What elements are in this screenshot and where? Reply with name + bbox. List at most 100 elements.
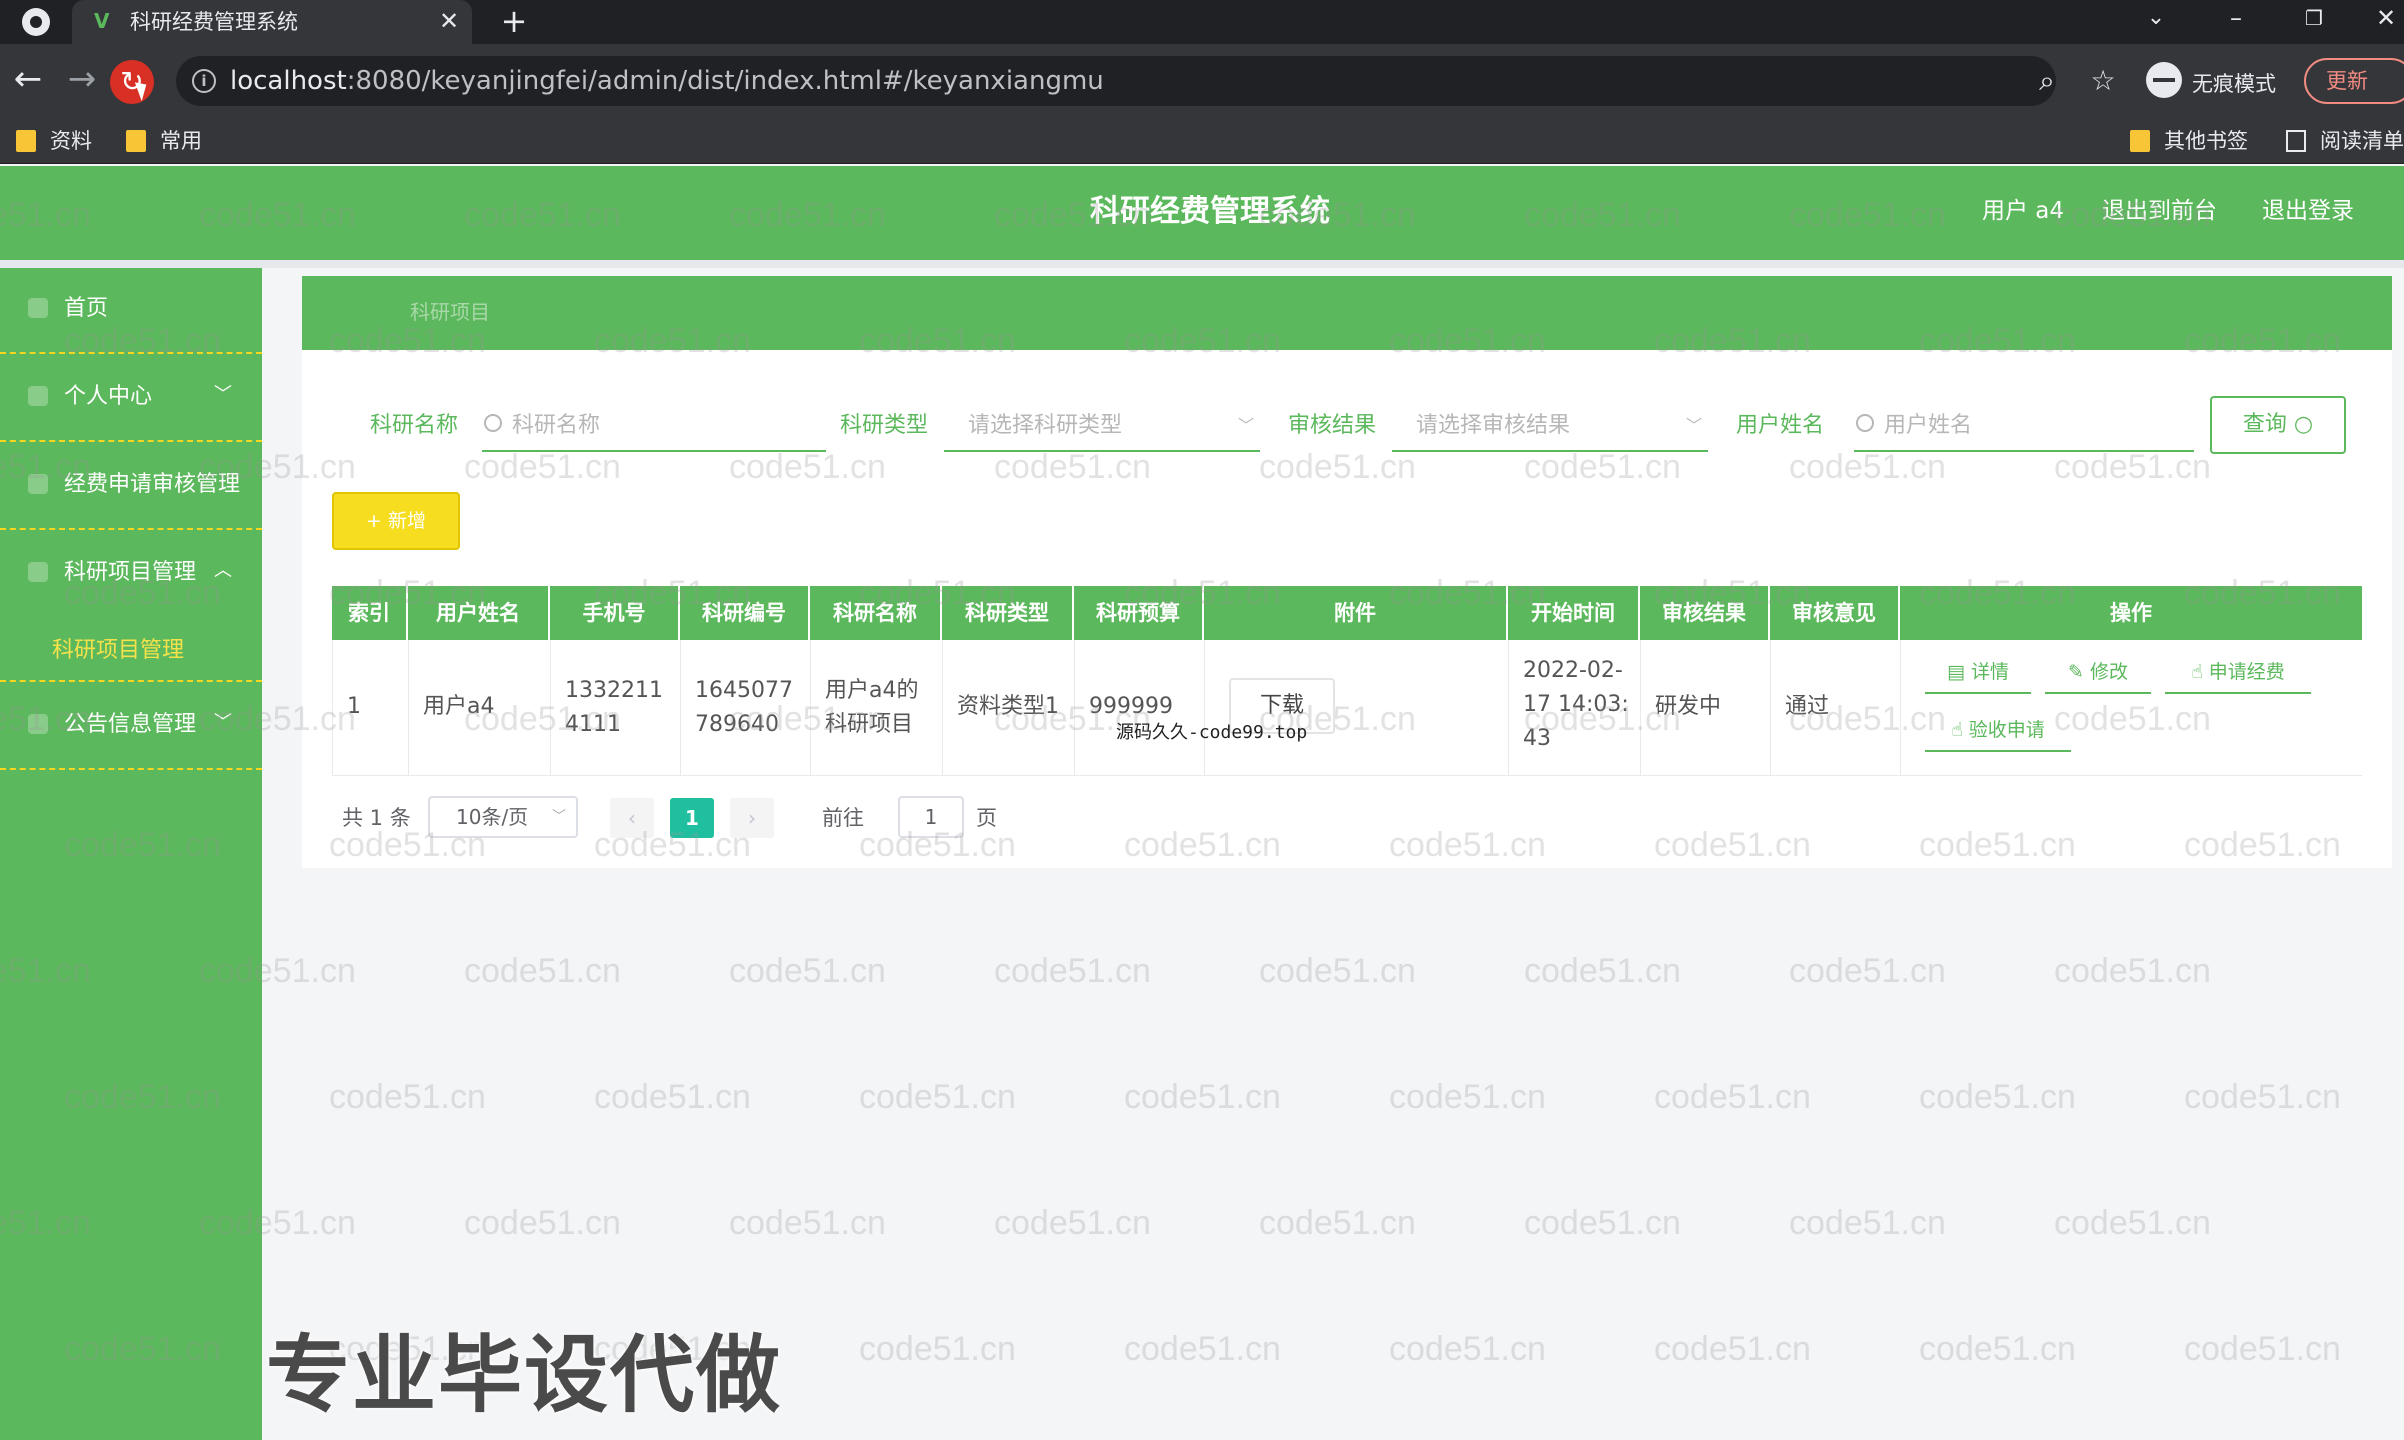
watermark-text: code51.cn [2054,952,2211,990]
cell-attachment: 下载 [1205,640,1509,776]
sidebar-item-label: 经费申请审核管理 [64,472,241,497]
cell-name: 用户a4的 科研项目 [811,640,943,776]
folder-icon [2130,130,2150,152]
browser-logo-icon [22,8,50,36]
col-index: 索引 [332,586,408,640]
bookmarks-bar: 资料 常用 其他书签 阅读清单 [0,118,2404,164]
bookmark-changyong[interactable]: 常用 [126,128,202,154]
restore-icon[interactable]: ❐ [2282,0,2346,40]
reading-list[interactable]: 阅读清单 [2286,128,2404,154]
sidebar-item-funding-review[interactable]: 经费申请审核管理 [0,444,262,530]
cell-audit-opinion: 通过 [1771,640,1901,776]
sidebar-item-announcements[interactable]: 公告信息管理 ﹀ [0,684,262,770]
bookmark-star-icon[interactable]: ☆ [2086,64,2120,98]
watermark-text: code51.cn [1259,1204,1416,1242]
col-phone: 手机号 [550,586,680,640]
audit-filter-label: 审核结果 [1288,413,1377,438]
breadcrumb[interactable]: 科研项目 [410,298,490,326]
incognito-indicator[interactable]: 无痕模式 [2140,58,2304,104]
watermark-text: code51.cn [994,952,1151,990]
col-type: 科研类型 [942,586,1074,640]
sidebar-subitem-project-management[interactable]: 科研项目管理 [52,636,184,666]
page-unit-label: 页 [976,806,997,830]
chevron-down-icon: ﹀ [214,712,232,733]
next-page-icon[interactable]: › [730,798,774,838]
watermark-text: code51.cn [1124,1078,1281,1116]
cell-actions: ▤ 详情 ✎ 修改 ☝ 申请经费 ☝ 验收申请 [1901,640,2363,776]
goto-page-input[interactable]: 1 [898,796,964,838]
sidebar-item-home[interactable]: 首页 [0,268,262,354]
watermark-text: code51.cn [594,1078,751,1116]
query-button[interactable]: 查询 ○ [2210,396,2346,454]
watermark-text: code51.cn [2054,1204,2211,1242]
chevron-up-icon: ︿ [214,560,232,581]
close-window-icon[interactable]: ✕ [2354,0,2404,40]
bookmark-other[interactable]: 其他书签 [2130,128,2248,154]
address-bar[interactable]: i localhost:8080/keyanjingfei/admin/dist… [176,56,2116,106]
type-select[interactable]: 请选择科研类型 ﹀ [944,400,1260,452]
new-tab-icon[interactable]: + [498,5,530,38]
site-info-icon[interactable]: i [192,69,216,93]
zoom-icon[interactable]: ⌕ [2030,64,2064,98]
page-size-select[interactable]: 10条/页 ﹀ [428,796,578,838]
edit-button[interactable]: ✎ 修改 [2045,652,2151,694]
tab-close-icon[interactable]: ✕ [434,6,464,36]
acceptance-apply-button[interactable]: ☝ 验收申请 [1925,710,2071,752]
add-button[interactable]: + 新增 [332,492,460,550]
col-audit-result: 审核结果 [1640,586,1770,640]
apply-funding-button[interactable]: ☝ 申请经费 [2165,652,2311,694]
search-icon [484,414,502,432]
update-button[interactable]: 更新 [2304,58,2404,104]
current-user: 用户 a4 [1982,198,2065,224]
watermark-text: code51.cn [1919,1078,2076,1116]
watermark-text: code51.cn [1654,1078,1811,1116]
browser-toolbar: ← → ↻ i localhost:8080/keyanjingfei/admi… [0,44,2404,118]
watermark-text: code51.cn [1654,1330,1811,1368]
browser-tab[interactable]: V 科研经费管理系统 ✕ [72,0,472,44]
table-row: 1 用户a4 1332211 4111 1645077 789640 用户a4的 科研… [332,640,2362,776]
incognito-label: 无痕模式 [2192,72,2276,96]
goto-label: 前往 [822,806,864,830]
watermark-text: code51.cn [729,1204,886,1242]
folder-icon [126,130,146,152]
page-number-current[interactable]: 1 [670,798,714,838]
watermark-text: code51.cn [464,952,621,990]
watermark-text: code51.cn [1919,1330,2076,1368]
header-divider [0,260,2404,268]
user-icon [28,386,48,406]
user-filter-label: 用户姓名 [1736,413,1825,438]
main-panel: 科研名称 科研名称 科研类型 请选择科研类型 ﹀ 审核结果 请选择审核结果 ﹀ … [302,350,2392,868]
search-icon [1856,414,1874,432]
watermark-text: code51.cn [1124,1330,1281,1368]
back-icon[interactable]: ← [6,58,50,102]
watermark-text: code51.cn [859,1330,1016,1368]
tab-search-icon[interactable]: ⌄ [2124,0,2188,40]
forward-icon[interactable]: → [60,58,104,102]
tab-title: 科研经费管理系统 [130,10,298,34]
watermark-text: code51.cn [329,1078,486,1116]
prev-page-icon[interactable]: ‹ [610,798,654,838]
chevron-down-icon: ﹀ [552,809,566,825]
url-text: localhost:8080/keyanjingfei/admin/dist/i… [230,66,1104,96]
col-code: 科研编号 [680,586,810,640]
cell-type: 资料类型1 [943,640,1075,776]
name-search-input[interactable]: 科研名称 [482,400,826,452]
sidebar-item-personal-center[interactable]: 个人中心 ﹀ [0,356,262,442]
audit-select[interactable]: 请选择审核结果 ﹀ [1392,400,1708,452]
col-actions: 操作 [2110,601,2152,625]
col-user: 用户姓名 [408,586,550,640]
minimize-icon[interactable]: – [2204,0,2268,40]
sidebar-item-project-management[interactable]: 科研项目管理 ︿ 科研项目管理 [0,532,262,682]
detail-icon: ▤ [1946,661,1971,683]
user-search-input[interactable]: 用户姓名 [1854,400,2194,452]
col-budget: 科研预算 [1074,586,1204,640]
project-icon [28,562,48,582]
logout-link[interactable]: 退出登录 [2262,196,2354,226]
sidebar: 首页 个人中心 ﹀ 经费申请审核管理 科研项目管理 ︿ 科研项目管理 公告信息管… [0,268,262,1440]
home-icon [28,298,48,318]
detail-button[interactable]: ▤ 详情 [1925,652,2031,694]
watermark-text: code51.cn [729,952,886,990]
to-front-link[interactable]: 退出到前台 [2102,196,2217,226]
folder-icon [16,130,36,152]
bookmark-ziliao[interactable]: 资料 [16,128,92,154]
